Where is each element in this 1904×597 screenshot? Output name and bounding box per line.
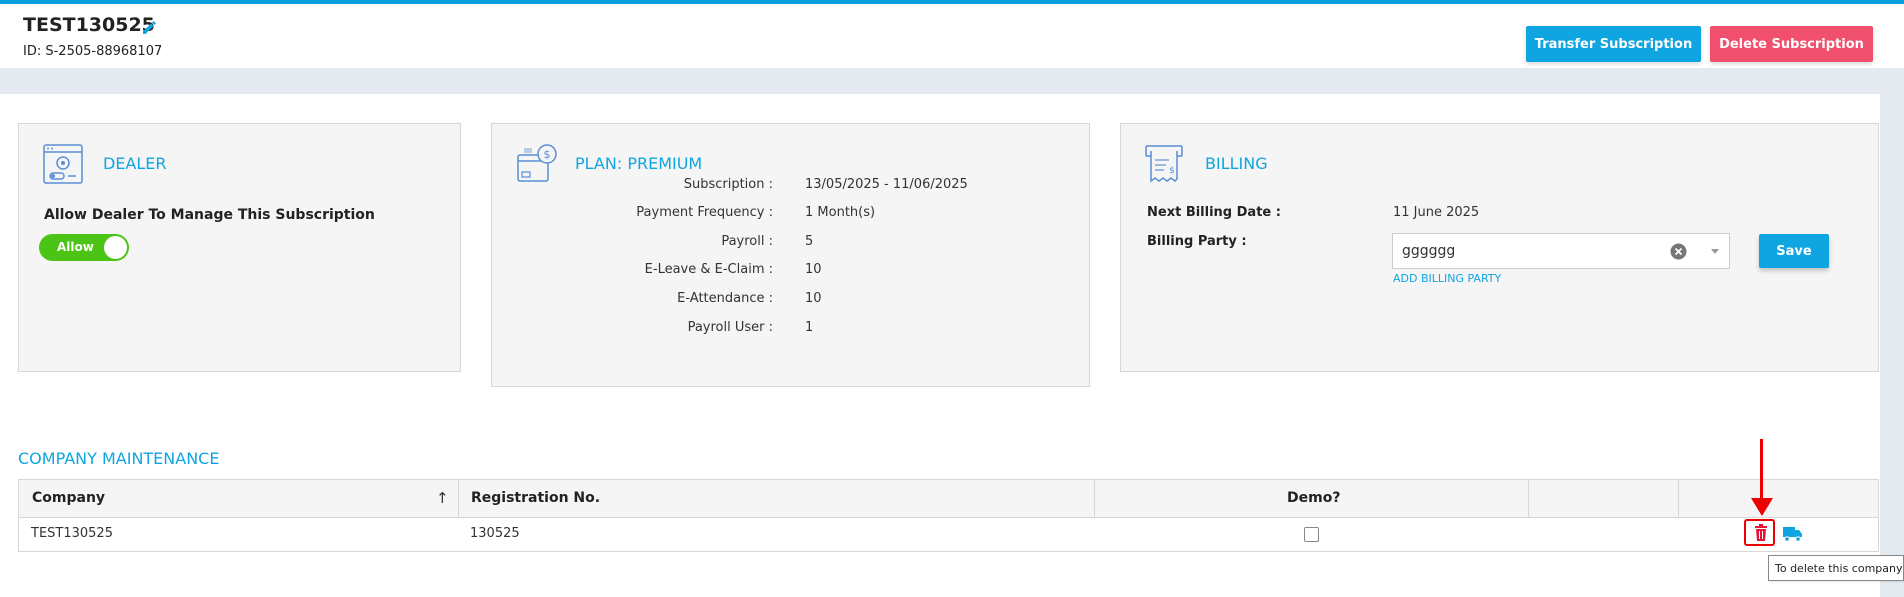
plan-card: $ PLAN: PREMIUM Subscription : 13/05/202… — [491, 123, 1090, 387]
plan-value: 1 Month(s) — [805, 205, 876, 220]
pencil-edit-icon[interactable] — [140, 18, 158, 36]
subscription-id: ID: S-2505-88968107 — [23, 44, 163, 59]
column-divider — [1094, 480, 1095, 518]
toggle-knob — [104, 236, 127, 259]
page-header: TEST130525 ID: S-2505-88968107 Transfer … — [0, 4, 1904, 68]
plan-row-payment-frequency: Payment Frequency : 1 Month(s) — [492, 205, 1091, 225]
billing-invoice-icon: $ — [1145, 145, 1183, 183]
company-table: Company ↑ Registration No. Demo? TEST130… — [18, 479, 1879, 552]
company-cell: TEST130525 — [31, 526, 113, 541]
dealer-card-title: DEALER — [103, 154, 167, 173]
plan-label: Payroll User : — [687, 320, 773, 335]
column-header-demo[interactable]: Demo? — [1287, 480, 1340, 518]
chevron-down-icon[interactable] — [1711, 249, 1719, 254]
billing-card-title: BILLING — [1205, 154, 1268, 173]
dealer-icon — [43, 144, 83, 184]
company-maintenance-title: COMPANY MAINTENANCE — [18, 449, 220, 468]
table-header: Company ↑ Registration No. Demo? — [19, 480, 1878, 518]
billing-party-select[interactable]: gggggg — [1392, 233, 1730, 269]
save-button[interactable]: Save — [1759, 234, 1829, 268]
plan-label: E-Leave & E-Claim : — [644, 262, 773, 277]
plan-label: Payment Frequency : — [636, 205, 773, 220]
plan-row-payroll: Payroll : 5 — [492, 234, 1091, 254]
plan-label: Payroll : — [721, 234, 773, 249]
plan-value: 1 — [805, 320, 814, 335]
column-divider — [1678, 480, 1679, 518]
add-billing-party-link[interactable]: ADD BILLING PARTY — [1393, 272, 1501, 285]
plan-value: 13/05/2025 - 11/06/2025 — [805, 177, 968, 192]
column-header-company[interactable]: Company — [32, 480, 105, 518]
plan-row-subscription: Subscription : 13/05/2025 - 11/06/2025 — [492, 177, 1091, 197]
allow-dealer-label: Allow Dealer To Manage This Subscription — [44, 207, 375, 223]
right-gutter — [1880, 68, 1904, 597]
clear-selection-icon[interactable] — [1670, 243, 1687, 260]
plan-value: 10 — [805, 291, 822, 306]
allow-dealer-toggle[interactable]: Allow — [39, 234, 129, 261]
subscription-title: TEST130525 — [23, 14, 155, 36]
delete-subscription-button[interactable]: Delete Subscription — [1710, 26, 1873, 62]
plan-card-title: PLAN: PREMIUM — [575, 154, 703, 173]
toggle-label: Allow — [57, 240, 94, 254]
sort-arrow-icon[interactable]: ↑ — [436, 489, 449, 507]
svg-text:$: $ — [1169, 166, 1175, 176]
dealer-card: DEALER Allow Dealer To Manage This Subsc… — [18, 123, 461, 372]
plan-row-eattendance: E-Attendance : 10 — [492, 291, 1091, 311]
annotation-highlight-box — [1744, 519, 1775, 546]
section-divider — [0, 68, 1904, 94]
transfer-subscription-button[interactable]: Transfer Subscription — [1526, 26, 1701, 62]
plan-value: 5 — [805, 234, 814, 249]
annotation-arrow-head — [1751, 498, 1773, 516]
next-billing-date-value: 11 June 2025 — [1393, 205, 1480, 220]
plan-row-payroll-user: Payroll User : 1 — [492, 320, 1091, 340]
billing-party-value: gggggg — [1402, 243, 1456, 259]
column-divider — [458, 480, 459, 518]
demo-checkbox[interactable] — [1304, 527, 1319, 542]
annotation-arrow-line — [1760, 439, 1763, 500]
registration-cell: 130525 — [470, 526, 520, 541]
billing-card: $ BILLING Next Billing Date : 11 June 20… — [1120, 123, 1879, 372]
delete-company-tooltip: To delete this company — [1768, 555, 1904, 581]
truck-transfer-icon[interactable] — [1783, 525, 1803, 542]
plan-value: 10 — [805, 262, 822, 277]
plan-label: E-Attendance : — [677, 291, 773, 306]
billing-party-label: Billing Party : — [1147, 234, 1247, 249]
plan-row-eleave-eclaim: E-Leave & E-Claim : 10 — [492, 262, 1091, 282]
column-divider — [1528, 480, 1529, 518]
svg-text:$: $ — [544, 148, 551, 161]
column-header-registration[interactable]: Registration No. — [471, 480, 600, 518]
plan-label: Subscription : — [683, 177, 773, 192]
next-billing-date-label: Next Billing Date : — [1147, 205, 1281, 220]
